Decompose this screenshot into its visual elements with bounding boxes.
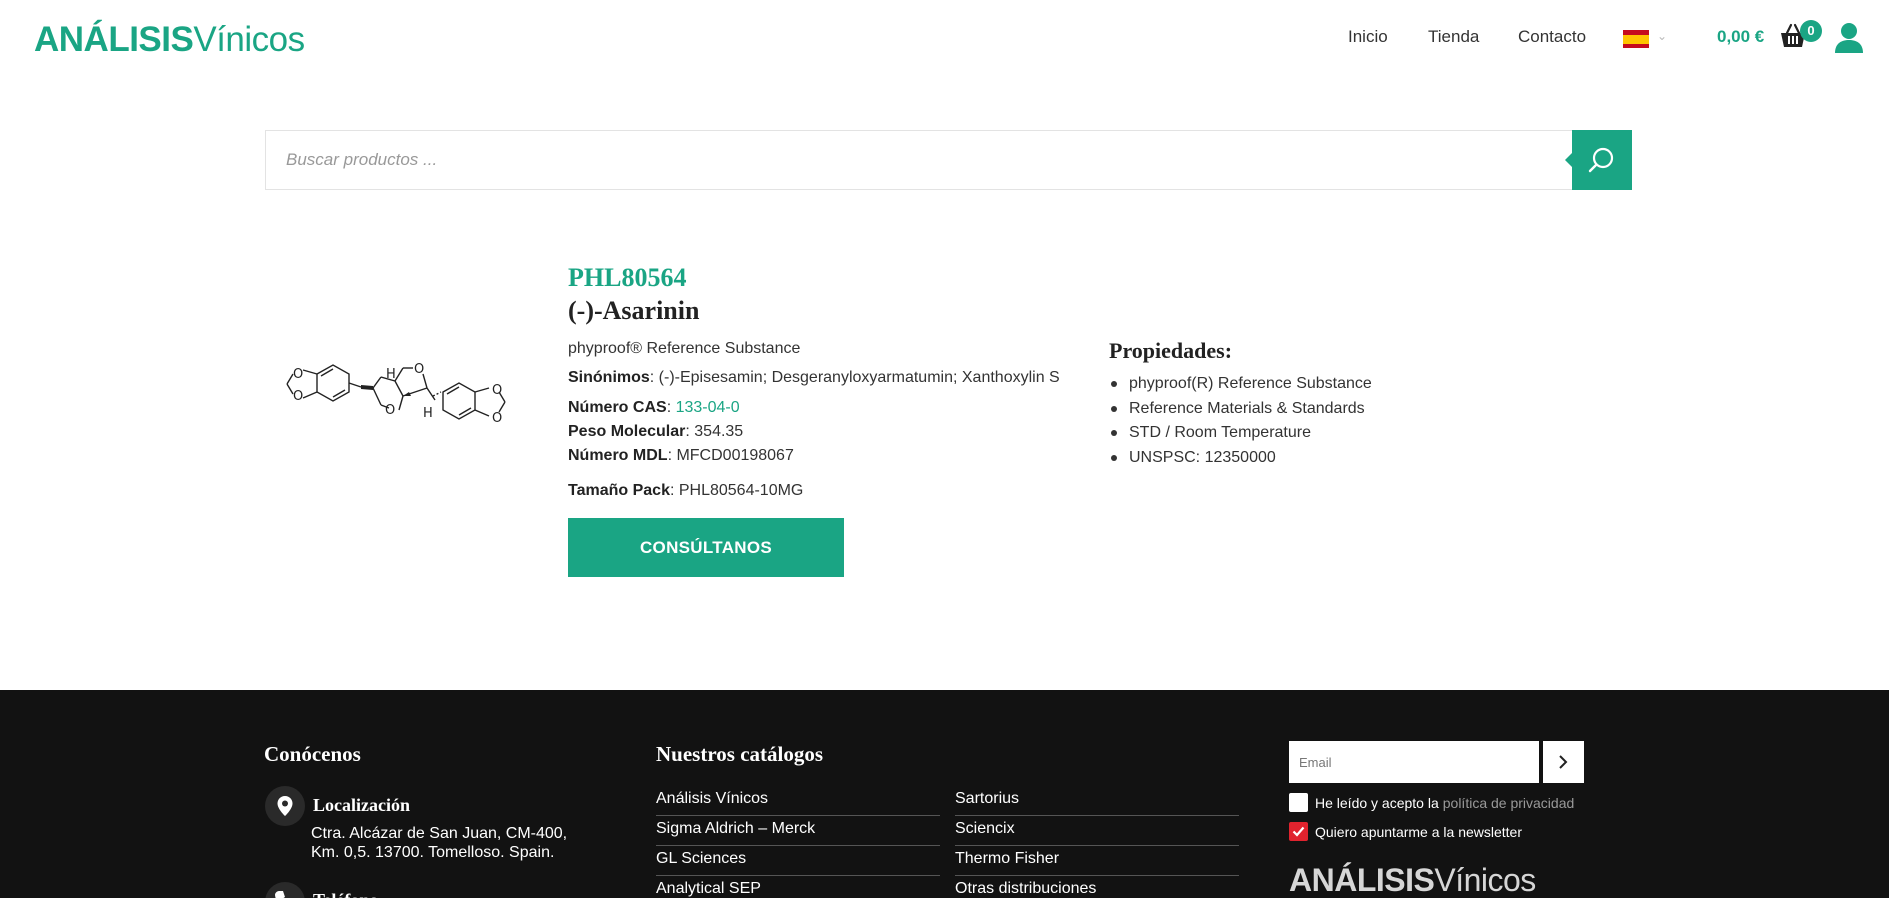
structure-label-o: O bbox=[414, 362, 424, 377]
catalog-link[interactable]: GL Sciences bbox=[656, 846, 940, 876]
catalog-link[interactable]: Analytical SEP bbox=[656, 876, 940, 898]
properties-list: phyproof(R) Reference Substance Referenc… bbox=[1109, 373, 1372, 471]
location-pin-icon bbox=[277, 796, 293, 816]
site-header: ANÁLISISVínicos Inicio Tienda Contacto ⌄… bbox=[0, 0, 1889, 80]
phone-title: Teléfono bbox=[313, 890, 378, 898]
property-item: STD / Room Temperature bbox=[1109, 422, 1372, 447]
catalog-link[interactable]: Thermo Fisher bbox=[955, 846, 1239, 876]
catalog-link[interactable]: Análisis Vínicos bbox=[656, 786, 940, 816]
chevron-down-icon[interactable]: ⌄ bbox=[1657, 29, 1667, 43]
chevron-right-icon bbox=[1559, 755, 1568, 769]
footer-about-title: Conócenos bbox=[264, 742, 361, 766]
catalogs-column-2: Sartorius Sciencix Thermo Fisher Otras d… bbox=[955, 786, 1239, 898]
privacy-consent-row: He leído y acepto la política de privacid… bbox=[1289, 793, 1574, 812]
property-item: phyproof(R) Reference Substance bbox=[1109, 373, 1372, 398]
catalog-link[interactable]: Sciencix bbox=[955, 816, 1239, 846]
logo-light-text: Vínicos bbox=[193, 20, 305, 59]
catalog-link[interactable]: Otras distribuciones bbox=[955, 876, 1239, 898]
checkmark-icon bbox=[1292, 826, 1305, 837]
product-search-bar bbox=[265, 130, 1632, 190]
property-item: Reference Materials & Standards bbox=[1109, 398, 1372, 423]
newsletter-consent-row: Quiero apuntarme a la newsletter bbox=[1289, 822, 1522, 841]
product-synonyms: Sinónimos: (-)-Episesamin; Desgeranyloxy… bbox=[568, 369, 1060, 386]
nav-inicio-wrap: Inicio bbox=[1348, 27, 1388, 47]
footer-catalogs-title: Nuestros catálogos bbox=[656, 742, 824, 766]
privacy-text: He leído y acepto la bbox=[1315, 794, 1439, 811]
product-mdl: Número MDL: MFCD00198067 bbox=[568, 447, 794, 464]
site-footer: Conócenos Localización Ctra. Alcázar de … bbox=[0, 690, 1889, 898]
footer-logo[interactable]: ANÁLISISVínicos bbox=[1289, 862, 1536, 898]
spain-flag-icon[interactable] bbox=[1623, 30, 1649, 48]
synonyms-label: Sinónimos bbox=[568, 369, 650, 386]
privacy-checkbox[interactable] bbox=[1289, 793, 1308, 812]
pack-label: Tamaño Pack bbox=[568, 482, 670, 499]
synonyms-value: (-)-Episesamin; Desgeranyloxyarmatumin; … bbox=[658, 369, 1060, 386]
product-molecular-weight: Peso Molecular: 354.35 bbox=[568, 423, 744, 440]
location-address: Ctra. Alcázar de San Juan, CM-400, Km. 0… bbox=[311, 824, 567, 862]
nav-link-inicio[interactable]: Inicio bbox=[1348, 27, 1388, 47]
nav-tienda-wrap: Tienda bbox=[1428, 27, 1479, 47]
search-button[interactable] bbox=[1565, 130, 1632, 190]
newsletter-email-input[interactable] bbox=[1289, 741, 1539, 783]
cas-link[interactable]: 133-04-0 bbox=[676, 399, 740, 416]
cart-count-badge[interactable]: 0 bbox=[1800, 20, 1822, 42]
product-cas: Número CAS: 133-04-0 bbox=[568, 399, 740, 416]
product-pack-size: Tamaño Pack: PHL80564-10MG bbox=[568, 482, 804, 499]
mw-value: 354.35 bbox=[694, 423, 744, 440]
cas-label: Número CAS bbox=[568, 399, 667, 416]
product-title: (-)-Asarinin bbox=[568, 296, 700, 325]
nav-link-contacto[interactable]: Contacto bbox=[1518, 27, 1586, 47]
catalogs-column-1: Análisis Vínicos Sigma Aldrich – Merck G… bbox=[656, 786, 940, 898]
structure-label-o: O bbox=[385, 403, 395, 418]
newsletter-submit-button[interactable] bbox=[1543, 741, 1584, 783]
consult-button[interactable]: CONSÚLTANOS bbox=[568, 518, 844, 577]
phone-badge bbox=[265, 882, 305, 898]
mw-label: Peso Molecular bbox=[568, 423, 686, 440]
product-subtitle: phyproof® Reference Substance bbox=[568, 340, 801, 357]
address-line-2: Km. 0,5. 13700. Tomelloso. Spain. bbox=[311, 844, 555, 861]
footer-logo-bold: ANÁLISIS bbox=[1289, 862, 1435, 898]
privacy-policy-link[interactable]: política de privacidad bbox=[1443, 795, 1575, 811]
property-item: UNSPSC: 12350000 bbox=[1109, 447, 1372, 472]
nav-link-tienda[interactable]: Tienda bbox=[1428, 27, 1479, 47]
nav-contacto-wrap: Contacto bbox=[1518, 27, 1586, 47]
phone-icon bbox=[275, 891, 285, 898]
search-input[interactable] bbox=[266, 131, 1571, 189]
product-sku: PHL80564 bbox=[568, 263, 687, 292]
structure-label-h: H bbox=[386, 367, 396, 382]
structure-label-o: O bbox=[492, 383, 502, 398]
product-structure-image: O O H O O H O O bbox=[286, 362, 506, 426]
catalog-link[interactable]: Sigma Aldrich – Merck bbox=[656, 816, 940, 846]
catalog-link[interactable]: Sartorius bbox=[955, 786, 1239, 816]
structure-label-o: O bbox=[492, 411, 502, 426]
address-line-1: Ctra. Alcázar de San Juan, CM-400, bbox=[311, 825, 568, 842]
search-icon bbox=[1588, 147, 1614, 173]
mdl-value: MFCD00198067 bbox=[676, 447, 794, 464]
newsletter-text: Quiero apuntarme a la newsletter bbox=[1315, 823, 1522, 840]
mdl-label: Número MDL bbox=[568, 447, 668, 464]
footer-logo-light: Vínicos bbox=[1434, 862, 1536, 898]
properties-title: Propiedades: bbox=[1109, 338, 1233, 363]
location-title: Localización bbox=[313, 795, 410, 815]
structure-label-o: O bbox=[293, 389, 303, 404]
cart-total[interactable]: 0,00 € bbox=[1717, 27, 1764, 47]
structure-label-h: H bbox=[423, 406, 433, 421]
newsletter-checkbox[interactable] bbox=[1289, 822, 1308, 841]
user-account-icon[interactable] bbox=[1834, 22, 1864, 54]
site-logo[interactable]: ANÁLISISVínicos bbox=[34, 20, 305, 60]
pack-value: PHL80564-10MG bbox=[678, 482, 804, 499]
structure-label-o: O bbox=[293, 367, 303, 382]
logo-bold-text: ANÁLISIS bbox=[34, 20, 194, 59]
location-badge bbox=[265, 786, 305, 826]
